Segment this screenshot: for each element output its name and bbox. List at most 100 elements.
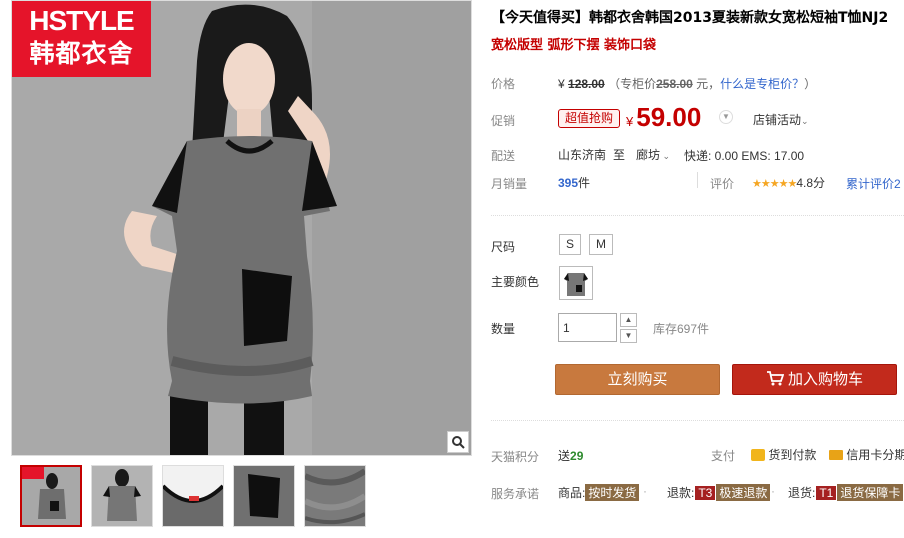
color-option-swatch[interactable] bbox=[559, 266, 593, 300]
chevron-up-icon: ▲ bbox=[624, 315, 633, 324]
original-price: ¥ 128.00 （专柜价258.00 元，什么是专柜价？） bbox=[558, 75, 816, 92]
thumbnail-4[interactable] bbox=[233, 465, 295, 527]
section-divider bbox=[491, 420, 904, 421]
brand-logo-chinese: 韩都衣舍 bbox=[29, 40, 134, 68]
quantity-input[interactable] bbox=[558, 313, 617, 342]
points-amount: 29 bbox=[570, 449, 584, 463]
service-refund-badge: 极速退款 bbox=[716, 484, 771, 501]
delivery-label: 配送 bbox=[491, 149, 516, 163]
shop-activity-label: 店铺活动 bbox=[753, 113, 802, 127]
buy-now-button[interactable]: 立刻购买 bbox=[555, 364, 720, 395]
rating-score: 4.8分 bbox=[796, 176, 825, 190]
promo-label: 促销 bbox=[491, 114, 516, 128]
service-dot: · bbox=[643, 484, 647, 498]
credit-card-label: 信用卡分期 bbox=[846, 448, 904, 462]
service-refund[interactable]: 退款: T3 极速退款 bbox=[667, 484, 771, 501]
thumbnail-strip bbox=[20, 465, 366, 527]
shop-activity-dropdown[interactable]: 店铺活动⌄ bbox=[753, 111, 809, 128]
thumbnail-3[interactable] bbox=[162, 465, 224, 527]
service-return-prefix: 退货: bbox=[788, 486, 816, 500]
service-refund-code: T3 bbox=[695, 486, 716, 500]
credit-card-icon bbox=[829, 450, 843, 460]
promo-badge: 超值抢购 bbox=[558, 109, 621, 128]
monthly-sales-unit: 件 bbox=[578, 176, 591, 190]
destination-chevron-icon: ⌄ bbox=[660, 151, 671, 161]
add-to-cart-label: 加入购物车 bbox=[787, 371, 863, 388]
cash-on-delivery-label: 货到付款 bbox=[768, 448, 817, 462]
zoom-button[interactable] bbox=[447, 431, 469, 453]
size-label: 尺码 bbox=[491, 240, 516, 254]
thumb-model-back bbox=[92, 466, 152, 526]
cash-on-delivery[interactable]: 货到付款 bbox=[751, 446, 816, 463]
price-label: 价格 bbox=[491, 77, 516, 91]
service-label: 服务承诺 bbox=[491, 487, 540, 501]
color-label: 主要颜色 bbox=[491, 275, 540, 289]
product-title[interactable]: 【今天值得买】韩都衣舍韩国2013夏装新款女宽松短袖T恤NJ2 bbox=[491, 9, 904, 27]
rating: ★★★★★4.8分 bbox=[752, 174, 825, 191]
color-swatch-shirt bbox=[560, 267, 592, 299]
delivery-from: 山东济南 bbox=[558, 148, 607, 162]
original-price-value: 128.00 bbox=[568, 77, 605, 91]
thumb-collar-detail bbox=[163, 466, 223, 526]
counter-price-suffix: 元， bbox=[692, 77, 721, 91]
promo-dropdown-button[interactable]: ▼ bbox=[719, 110, 733, 124]
size-option-m[interactable]: M bbox=[589, 234, 613, 255]
points-give: 送 bbox=[558, 449, 571, 463]
main-product-image[interactable]: HSTYLE 韩都衣舍 bbox=[11, 0, 472, 456]
service-return-badge: 退货保障卡 bbox=[837, 484, 904, 501]
thumbnail-2[interactable] bbox=[91, 465, 153, 527]
what-is-counter-price-link[interactable]: 什么是专柜价？ bbox=[720, 77, 804, 91]
rating-stars: ★★★★★ bbox=[752, 178, 797, 190]
service-goods-badge: 按时发货 bbox=[585, 484, 640, 501]
brand-logo: HSTYLE 韩都衣舍 bbox=[12, 1, 151, 77]
stock-count: 库存697件 bbox=[653, 322, 710, 336]
monthly-sales-count: 395 bbox=[558, 176, 579, 190]
quantity-increment-button[interactable]: ▲ bbox=[620, 313, 637, 327]
quantity-decrement-button[interactable]: ▼ bbox=[620, 329, 637, 343]
thumbnail-1[interactable] bbox=[20, 465, 82, 527]
original-price-currency: ¥ bbox=[558, 77, 565, 91]
thumb-fabric-detail bbox=[305, 466, 365, 526]
cod-icon bbox=[751, 449, 765, 461]
product-page: HSTYLE 韩都衣舍 【今天值得买】韩都衣舍韩国2013夏装新款女宽松短袖T恤… bbox=[0, 0, 904, 538]
brand-logo-latin: HSTYLE bbox=[29, 5, 134, 36]
rating-label: 评价 bbox=[710, 177, 735, 191]
cart-icon bbox=[766, 371, 784, 386]
monthly-sales: 395件 bbox=[558, 174, 590, 191]
thumb-pocket-detail bbox=[234, 466, 294, 526]
section-divider bbox=[491, 215, 904, 216]
shop-activity-chevron-icon: ⌄ bbox=[801, 116, 809, 126]
promo-price: ¥59.00 bbox=[626, 102, 701, 133]
chevron-down-icon: ▼ bbox=[722, 112, 730, 121]
points-label: 天猫积分 bbox=[491, 450, 540, 464]
promo-price-currency: ¥ bbox=[626, 114, 634, 129]
monthly-sales-label: 月销量 bbox=[491, 177, 528, 191]
service-dot: · bbox=[771, 484, 775, 498]
review-count-link[interactable]: 累计评价2 bbox=[846, 175, 901, 192]
delivery-destination: 廊坊 bbox=[636, 148, 661, 162]
product-subtitle: 宽松版型 弧形下摆 装饰口袋 bbox=[491, 38, 657, 53]
size-option-s[interactable]: S bbox=[559, 234, 582, 255]
service-return[interactable]: 退货: T1 退货保障卡 bbox=[788, 484, 904, 501]
service-goods[interactable]: 商品: 按时发货 bbox=[558, 484, 640, 501]
add-to-cart-button[interactable]: 加入购物车 bbox=[732, 364, 897, 395]
service-goods-prefix: 商品: bbox=[558, 486, 586, 500]
payment-label: 支付 bbox=[711, 449, 736, 463]
sales-divider bbox=[697, 172, 698, 188]
service-return-code: T1 bbox=[816, 486, 837, 500]
counter-price-value: 258.00 bbox=[656, 77, 693, 91]
credit-card-installment[interactable]: 信用卡分期 bbox=[829, 446, 904, 463]
thumbnail-5[interactable] bbox=[304, 465, 366, 527]
chevron-down-icon: ▼ bbox=[624, 331, 633, 340]
delivery-fees: 快递: 0.00 EMS: 17.00 bbox=[684, 149, 805, 163]
counter-price-prefix: （专柜价 bbox=[608, 77, 657, 91]
magnifier-icon bbox=[452, 436, 465, 449]
promo-price-value: 59.00 bbox=[636, 102, 702, 132]
quantity-label: 数量 bbox=[491, 322, 516, 336]
delivery-to-word: 至 bbox=[613, 148, 626, 162]
delivery-destination-dropdown[interactable]: 廊坊 ⌄ bbox=[636, 146, 670, 163]
counter-price-close: ） bbox=[804, 77, 817, 91]
service-refund-prefix: 退款: bbox=[667, 486, 695, 500]
active-thumb-arrow bbox=[46, 465, 58, 466]
thumb-model-front bbox=[22, 467, 80, 525]
